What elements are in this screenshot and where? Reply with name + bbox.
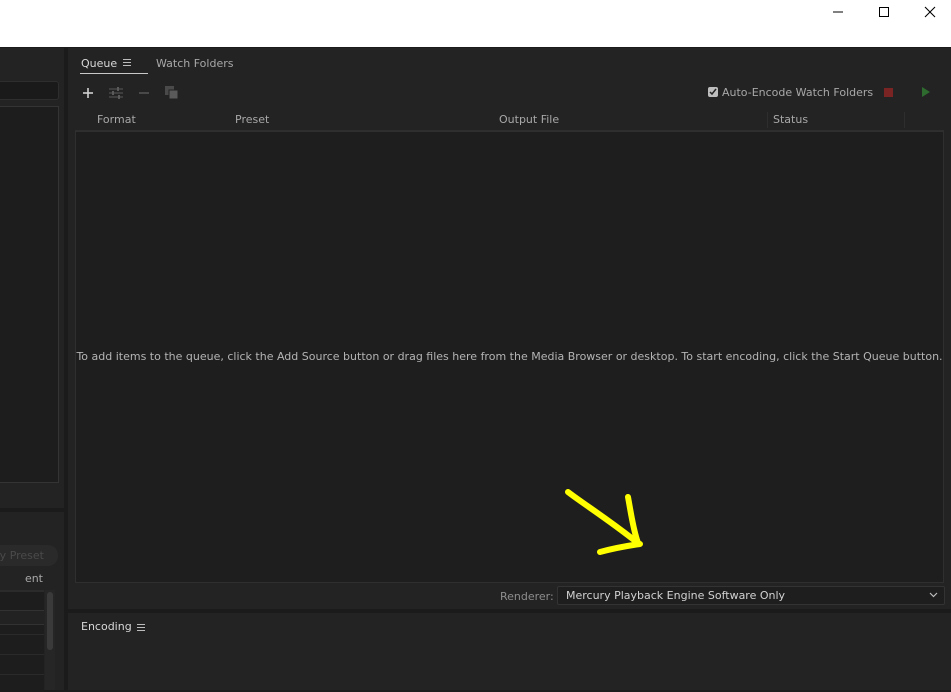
tab-queue[interactable]: Queue <box>81 55 117 73</box>
queue-column-header: Format Preset Output File Status <box>75 110 944 131</box>
table-row[interactable] <box>0 634 44 635</box>
close-icon[interactable] <box>907 0 951 24</box>
checkbox-icon[interactable] <box>708 87 718 97</box>
settings-sliders-icon[interactable] <box>107 84 125 102</box>
auto-encode-checkbox[interactable]: Auto-Encode Watch Folders <box>708 85 873 99</box>
add-icon[interactable] <box>79 84 97 102</box>
table-row[interactable] <box>0 654 44 655</box>
encoding-panel: Encoding <box>68 613 951 690</box>
auto-encode-label: Auto-Encode Watch Folders <box>722 85 874 99</box>
apply-preset-button[interactable]: ly Preset <box>0 545 58 566</box>
tab-encoding[interactable]: Encoding <box>81 620 132 633</box>
active-tab-indicator <box>80 73 148 74</box>
chevron-down-icon <box>929 592 938 598</box>
queue-empty-hint: To add items to the queue, click the Add… <box>76 350 943 363</box>
start-queue-button[interactable] <box>922 87 930 97</box>
preset-browser-label: ent <box>24 572 43 585</box>
panel-menu-icon[interactable] <box>123 59 131 68</box>
renderer-dropdown[interactable]: Mercury Playback Engine Software Only <box>557 586 945 605</box>
preset-table-scrollbar[interactable] <box>45 590 55 690</box>
stop-queue-button[interactable] <box>884 88 893 97</box>
media-browser-search-input[interactable] <box>0 81 59 100</box>
maximize-icon[interactable] <box>861 0 907 24</box>
column-output-file[interactable]: Output File <box>499 113 559 126</box>
minimize-icon[interactable] <box>815 0 861 24</box>
panel-menu-icon[interactable] <box>137 624 145 633</box>
preset-table-header <box>0 610 44 625</box>
column-preset[interactable]: Preset <box>235 113 269 126</box>
title-bar <box>0 0 951 47</box>
media-browser-list[interactable] <box>0 106 59 483</box>
queue-list[interactable]: To add items to the queue, click the Add… <box>75 131 944 583</box>
column-divider <box>767 112 768 128</box>
duplicate-icon[interactable] <box>163 84 181 102</box>
column-divider <box>904 112 905 128</box>
preset-table[interactable] <box>0 590 44 692</box>
column-status[interactable]: Status <box>773 113 808 126</box>
table-row[interactable] <box>0 674 44 675</box>
column-format[interactable]: Format <box>97 113 136 126</box>
remove-icon[interactable] <box>135 84 153 102</box>
queue-panel: Queue Watch Folders Auto-Encode Watch Fo… <box>68 48 951 609</box>
renderer-value: Mercury Playback Engine Software Only <box>566 589 786 602</box>
scrollbar-thumb[interactable] <box>47 592 53 650</box>
renderer-label: Renderer: <box>500 590 554 603</box>
tab-watch-folders[interactable]: Watch Folders <box>156 55 233 73</box>
annotation-arrow-icon <box>565 489 643 555</box>
